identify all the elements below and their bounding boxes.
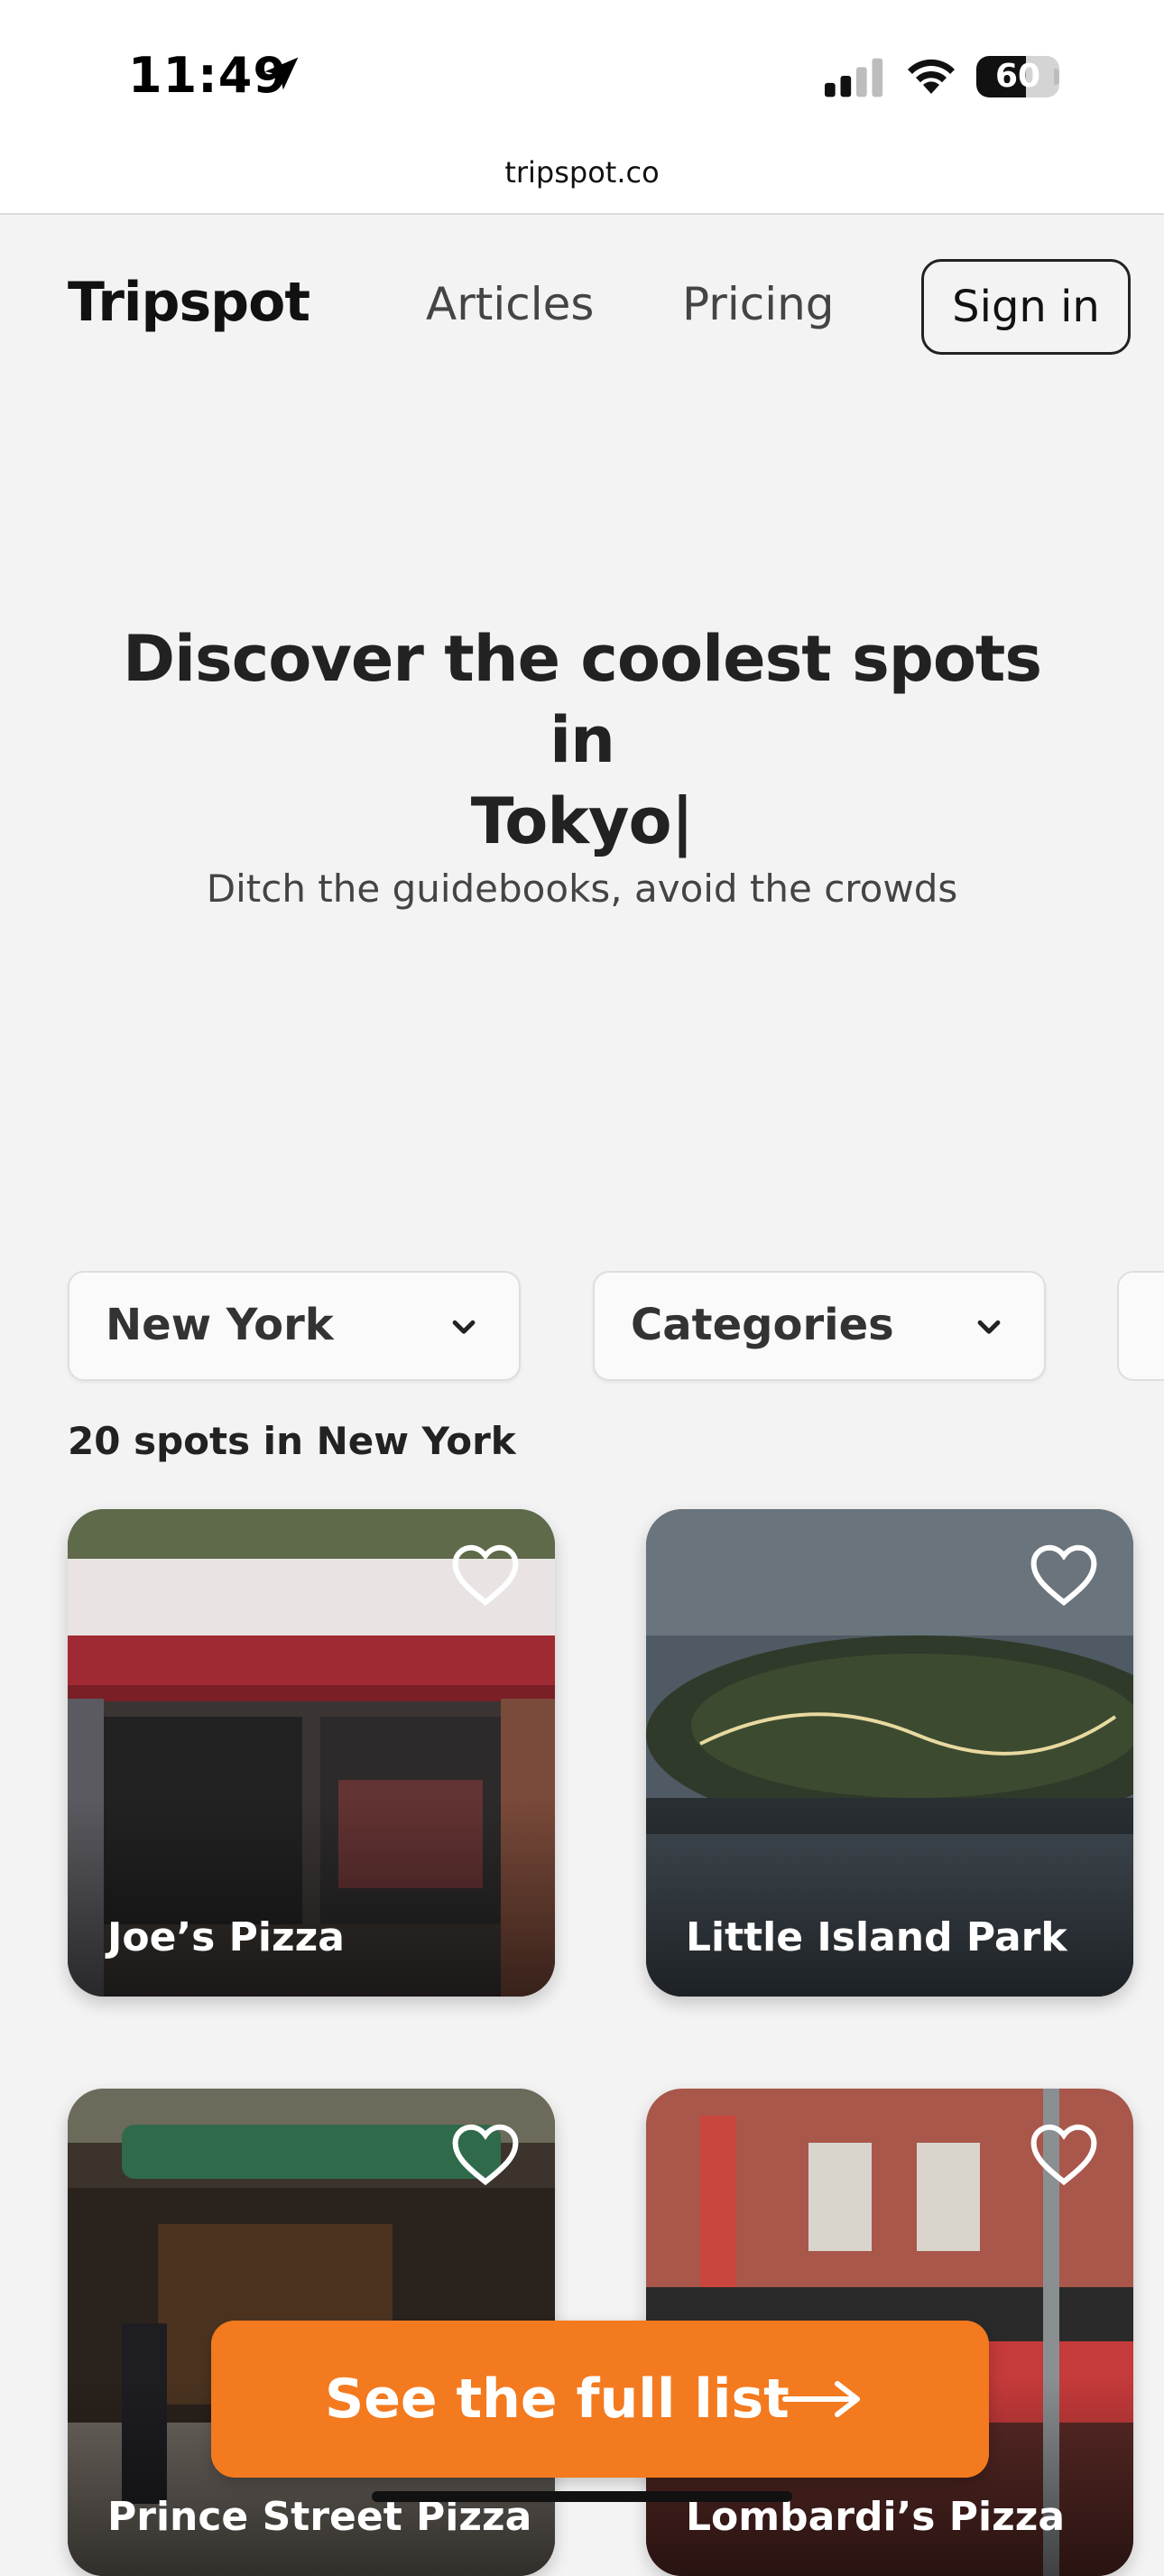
cta-label: See the full list <box>325 2368 790 2431</box>
chevron-down-icon <box>977 1320 1001 1334</box>
brand-logo[interactable]: Tripspot <box>68 271 310 334</box>
battery-percent: 60 <box>994 58 1041 95</box>
spot-card-little-island-park[interactable]: Little Island Park <box>646 1509 1133 1997</box>
wifi-icon <box>908 59 955 94</box>
card-shade <box>68 1798 555 1997</box>
home-indicator[interactable] <box>372 2491 792 2502</box>
third-filter-select[interactable] <box>1117 1271 1164 1381</box>
battery-cap <box>1054 69 1059 85</box>
city-select-value: New York <box>106 1300 334 1350</box>
city-select[interactable]: New York <box>68 1271 521 1381</box>
spots-count: 20 spots in New York <box>68 1419 516 1463</box>
spot-title: Joe’s Pizza <box>107 1914 345 1960</box>
heart-outline-icon[interactable] <box>450 2123 521 2186</box>
nav-pricing-link[interactable]: Pricing <box>682 278 835 330</box>
location-arrow-icon <box>264 57 299 90</box>
nav-articles-link[interactable]: Articles <box>426 278 594 330</box>
heart-outline-icon[interactable] <box>450 1543 521 1607</box>
see-full-list-button[interactable]: See the full list <box>211 2321 989 2478</box>
url-text[interactable]: tripspot.co <box>0 155 1164 190</box>
card-shade <box>646 1798 1133 1997</box>
hero-title-line1: Discover the coolest spots in <box>122 622 1042 777</box>
spot-title: Little Island Park <box>686 1914 1067 1960</box>
heart-outline-icon[interactable] <box>1029 2123 1099 2186</box>
hero-title-line2: Tokyo| <box>470 784 694 858</box>
hero-subtitle: Ditch the guidebooks, avoid the crowds <box>206 866 958 911</box>
cellular-signal-icon <box>825 58 883 97</box>
battery-indicator: 60 <box>976 56 1059 97</box>
hero-title: Discover the coolest spots in Tokyo| <box>90 618 1074 862</box>
sign-in-button[interactable]: Sign in <box>921 259 1131 355</box>
chevron-down-icon <box>452 1320 476 1334</box>
arrow-right-icon <box>782 2381 860 2417</box>
categories-select-value: Categories <box>631 1300 894 1350</box>
spot-card-joes-pizza[interactable]: Joe’s Pizza <box>68 1509 555 1997</box>
heart-outline-icon[interactable] <box>1029 1543 1099 1607</box>
categories-select[interactable]: Categories <box>593 1271 1046 1381</box>
